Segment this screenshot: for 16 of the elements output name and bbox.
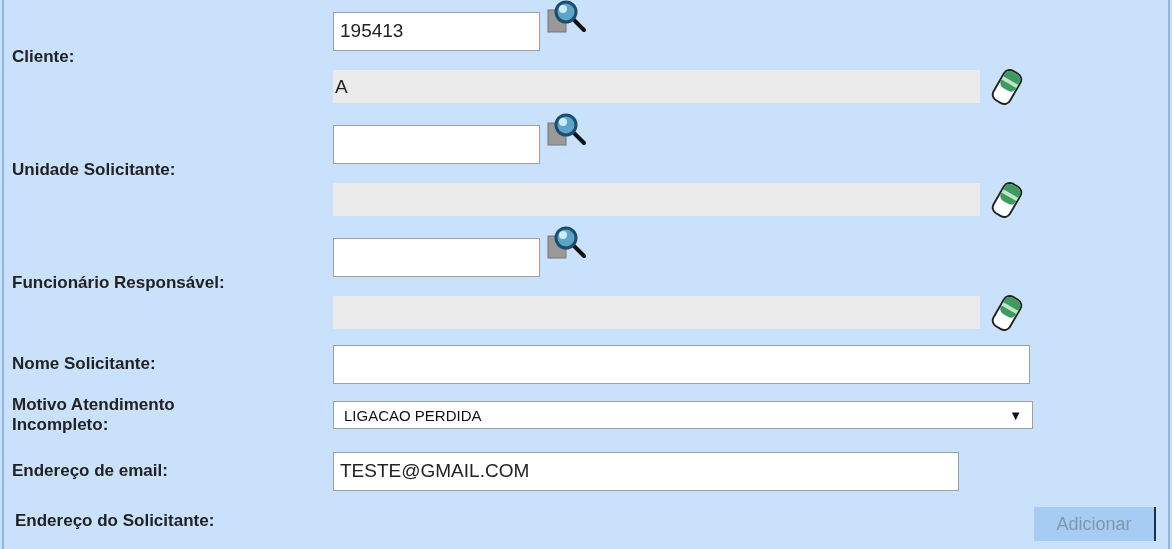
text-input[interactable] — [333, 344, 1030, 384]
code-input[interactable]: 195413 — [333, 11, 540, 51]
dropdown-value: LIGACAO PERDIDA — [344, 406, 482, 424]
code-input[interactable] — [333, 124, 540, 164]
field-label: Endereço de email: — [12, 461, 169, 481]
field-label: Motivo Atendimento Incompleto: — [12, 395, 176, 435]
email-input[interactable]: TESTE@GMAIL.COM — [333, 451, 959, 491]
reason-dropdown[interactable]: LIGACAO PERDIDA ▼ — [333, 401, 1033, 429]
address-label: Endereço do Solicitante: — [15, 511, 215, 531]
field-label: Cliente: — [12, 46, 76, 67]
field-label: Funcionário Responsável: — [12, 272, 226, 293]
description-field: A — [333, 70, 980, 103]
field-label: Unidade Solicitante: — [12, 159, 177, 180]
code-input[interactable] — [333, 237, 540, 277]
field-label: Nome Solicitante: — [12, 354, 157, 374]
caret-icon: ▼ — [1009, 407, 1022, 423]
